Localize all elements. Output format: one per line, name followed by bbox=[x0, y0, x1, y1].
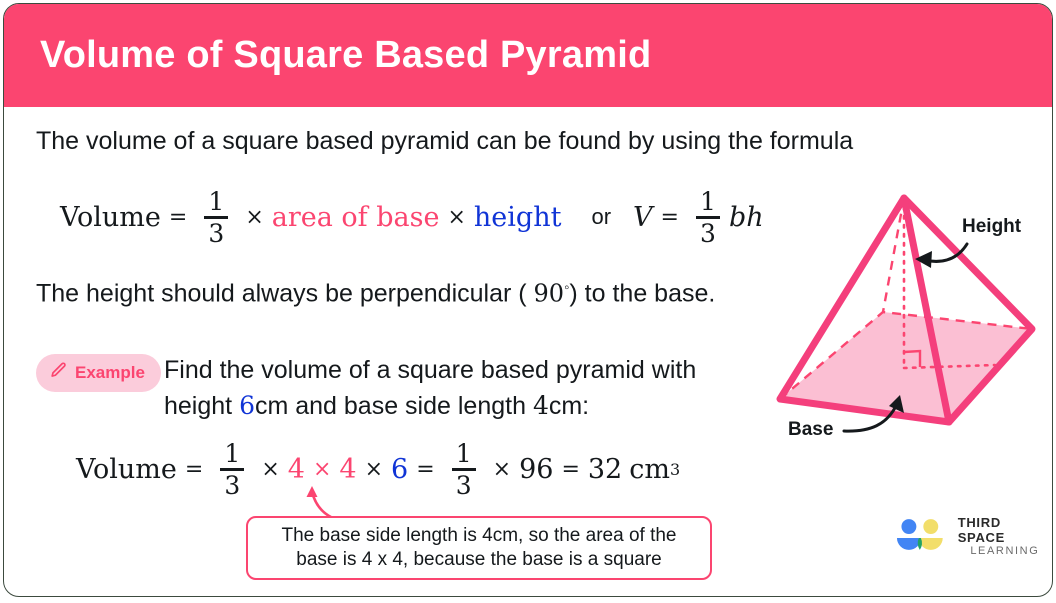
main-formula: Volume = 1 3 × area of base × height or … bbox=[60, 189, 764, 246]
solution-times-1: × bbox=[261, 456, 280, 482]
solution-side-b: 4 bbox=[339, 453, 357, 485]
solution-times-2: × bbox=[312, 456, 332, 482]
intro-sentence: The volume of a square based pyramid can… bbox=[36, 127, 854, 155]
solution-unit-power: 3 bbox=[669, 459, 681, 479]
fraction-denominator: 3 bbox=[455, 470, 472, 500]
solution-side-a: 4 bbox=[287, 453, 305, 485]
example-badge-label: Example bbox=[75, 363, 145, 382]
slide-header: Volume of Square Based Pyramid bbox=[4, 4, 1052, 107]
example-height-value: 6 bbox=[239, 391, 255, 420]
formula-times-1: × bbox=[245, 204, 264, 230]
solution-equals-3: = bbox=[561, 456, 580, 482]
solution-times-4: × bbox=[492, 456, 512, 482]
solution-formula: Volume = 1 3 × 4 × 4 × 6 = 1 3 × 96 = 32… bbox=[76, 441, 680, 498]
logo-line1: THIRD SPACE bbox=[957, 515, 1006, 545]
solution-unit: cm bbox=[629, 453, 670, 485]
callout-line1: The base side length is 4cm, so the area… bbox=[281, 524, 677, 546]
logo-wordmark: THIRD SPACE LEARNING bbox=[957, 515, 1052, 558]
solution-volume-word: Volume bbox=[76, 453, 177, 485]
page-title: Volume of Square Based Pyramid bbox=[40, 34, 652, 76]
formula-v-symbol: V bbox=[633, 201, 653, 233]
callout-box: The base side length is 4cm, so the area… bbox=[246, 516, 712, 580]
pencil-icon bbox=[49, 361, 68, 385]
logo-line2: LEARNING bbox=[970, 545, 1040, 558]
formula-equals: = bbox=[168, 204, 188, 230]
fraction-denominator: 3 bbox=[700, 218, 716, 248]
fraction-numerator: 1 bbox=[224, 439, 241, 468]
solution-times-3: × bbox=[364, 456, 384, 482]
fraction-denominator: 3 bbox=[224, 470, 241, 500]
formula-one-third-2: 1 3 bbox=[695, 187, 720, 248]
solution-product: 96 bbox=[519, 453, 554, 485]
third-space-learning-mark-icon bbox=[896, 518, 943, 550]
solution-height-value: 6 bbox=[391, 453, 409, 485]
fraction-denominator: 3 bbox=[208, 218, 225, 248]
solution-one-third-2: 1 3 bbox=[451, 439, 476, 500]
brand-logo: THIRD SPACE LEARNING bbox=[892, 515, 1052, 558]
perpendicular-text-after: ) to the base. bbox=[569, 279, 716, 308]
example-badge: Example bbox=[36, 354, 161, 392]
solution-equals-1: = bbox=[184, 456, 204, 482]
perpendicular-text-before: The height should always be perpendicula… bbox=[36, 279, 534, 308]
formula-one-third: 1 3 bbox=[204, 187, 229, 248]
formula-equals-2: = bbox=[660, 204, 679, 230]
solution-one-third-1: 1 3 bbox=[220, 439, 245, 500]
callout-line2: base is 4 x 4, because the base is a squ… bbox=[296, 549, 662, 570]
example-question-line1: Find the volume of a square based pyrami… bbox=[164, 356, 697, 384]
formula-height-word: height bbox=[473, 201, 562, 233]
fraction-numerator: 1 bbox=[208, 187, 225, 216]
slide-card: Volume of Square Based Pyramid The volum… bbox=[3, 3, 1053, 597]
formula-volume-word: Volume bbox=[60, 201, 161, 233]
diagram-base-label: Base bbox=[788, 419, 834, 440]
example-line2-pre: height bbox=[164, 392, 240, 420]
example-question-line2: height 6cm and base side length 4cm: bbox=[164, 391, 589, 421]
diagram-height-label: Height bbox=[962, 216, 1022, 237]
formula-times-2: × bbox=[447, 204, 466, 230]
perpendicular-sentence: The height should always be perpendicula… bbox=[36, 279, 715, 308]
formula-or: or bbox=[591, 204, 612, 230]
formula-area-of-base: area of base bbox=[271, 201, 440, 233]
example-side-value: 4 bbox=[532, 391, 549, 420]
fraction-numerator: 1 bbox=[455, 439, 472, 468]
example-line2-post: cm: bbox=[548, 392, 590, 420]
fraction-numerator: 1 bbox=[700, 187, 716, 216]
example-line2-mid: cm and base side length bbox=[254, 392, 533, 420]
angle-value: 90 bbox=[533, 279, 565, 308]
solution-equals-2: = bbox=[416, 456, 435, 482]
solution-answer: 32 bbox=[587, 453, 623, 485]
